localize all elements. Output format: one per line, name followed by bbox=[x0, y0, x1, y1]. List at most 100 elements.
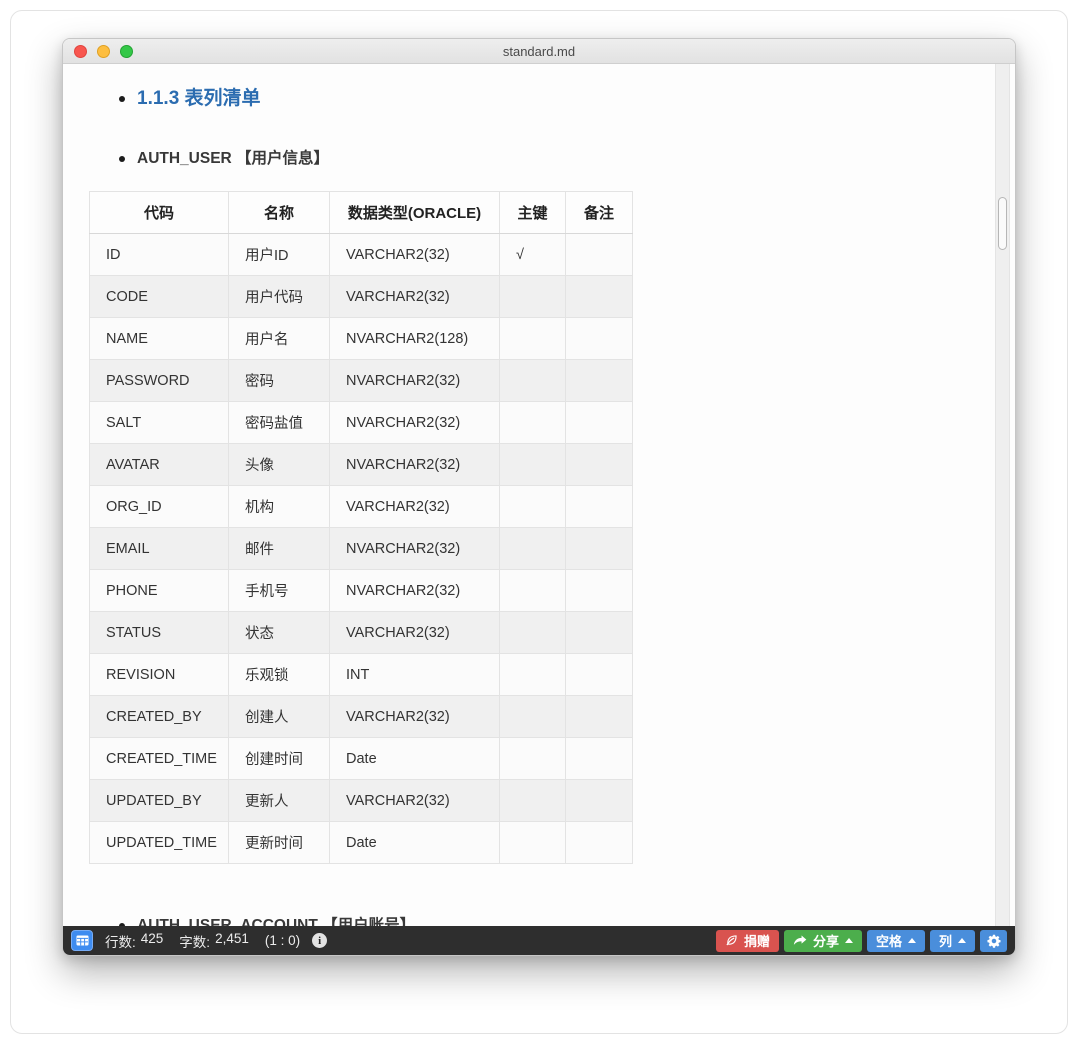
table-cell: AVATAR bbox=[90, 444, 229, 486]
table-cell bbox=[566, 360, 633, 402]
table-row: EMAIL邮件NVARCHAR2(32) bbox=[90, 528, 633, 570]
traffic-lights bbox=[74, 45, 133, 58]
table-header-row: 代码名称数据类型(ORACLE)主键备注 bbox=[90, 192, 633, 234]
table-cell: VARCHAR2(32) bbox=[330, 612, 500, 654]
table-cell: SALT bbox=[90, 402, 229, 444]
chevron-up-icon bbox=[958, 938, 966, 943]
table-cell: VARCHAR2(32) bbox=[330, 780, 500, 822]
table-cell: 手机号 bbox=[229, 570, 330, 612]
table-row: UPDATED_BY更新人VARCHAR2(32) bbox=[90, 780, 633, 822]
list-bullet bbox=[119, 156, 125, 162]
table-cell: REVISION bbox=[90, 654, 229, 696]
table-row: PHONE手机号NVARCHAR2(32) bbox=[90, 570, 633, 612]
table-cell: 头像 bbox=[229, 444, 330, 486]
close-button[interactable] bbox=[74, 45, 87, 58]
table-cell bbox=[566, 444, 633, 486]
column-menu-button[interactable]: 列 bbox=[930, 930, 975, 952]
zoom-button[interactable] bbox=[120, 45, 133, 58]
table-cell bbox=[566, 654, 633, 696]
line-count: 行数: 425 bbox=[105, 931, 163, 951]
table-cell: VARCHAR2(32) bbox=[330, 696, 500, 738]
table-cell bbox=[566, 696, 633, 738]
table-row: AVATAR头像NVARCHAR2(32) bbox=[90, 444, 633, 486]
next-section-title: AUTH_USER_ACCOUNT 【用户账号】 bbox=[137, 916, 415, 926]
table-cell: 用户ID bbox=[229, 234, 330, 276]
table-cell bbox=[566, 402, 633, 444]
table-cell bbox=[566, 486, 633, 528]
table-row: NAME用户名NVARCHAR2(128) bbox=[90, 318, 633, 360]
table-cell bbox=[500, 570, 566, 612]
preview-pane: 1.1.3 表列清单 AUTH_USER 【用户信息】 代码名称数据类型(ORA… bbox=[63, 64, 1015, 926]
table-row: ID用户IDVARCHAR2(32)√ bbox=[90, 234, 633, 276]
share-arrow-icon bbox=[793, 935, 807, 946]
table-cell: 密码 bbox=[229, 360, 330, 402]
chevron-up-icon bbox=[908, 938, 916, 943]
document-stats: 行数: 425 字数: 2,451 (1 : 0) bbox=[105, 931, 300, 951]
table-row: CREATED_TIME创建时间Date bbox=[90, 738, 633, 780]
table-cell bbox=[500, 696, 566, 738]
table-cell: 更新时间 bbox=[229, 822, 330, 864]
minimize-button[interactable] bbox=[97, 45, 110, 58]
share-button[interactable]: 分享 bbox=[784, 930, 862, 952]
toc-heading-item: 1.1.3 表列清单 bbox=[119, 88, 261, 110]
chevron-up-icon bbox=[845, 938, 853, 943]
scrollbar-track[interactable] bbox=[995, 64, 1010, 926]
table-cell: 创建人 bbox=[229, 696, 330, 738]
cursor-ratio: (1 : 0) bbox=[265, 933, 300, 948]
table-cell: NVARCHAR2(32) bbox=[330, 528, 500, 570]
table-cell: CREATED_BY bbox=[90, 696, 229, 738]
table-cell: CREATED_TIME bbox=[90, 738, 229, 780]
table-cell bbox=[566, 570, 633, 612]
table-cell bbox=[566, 780, 633, 822]
gear-icon bbox=[987, 934, 1001, 948]
table-cell: 创建时间 bbox=[229, 738, 330, 780]
table-cell bbox=[566, 318, 633, 360]
table-row: CREATED_BY创建人VARCHAR2(32) bbox=[90, 696, 633, 738]
table-cell bbox=[500, 360, 566, 402]
window-title: standard.md bbox=[503, 44, 575, 59]
table-cell: STATUS bbox=[90, 612, 229, 654]
settings-button[interactable] bbox=[980, 930, 1007, 952]
table-cell: NVARCHAR2(32) bbox=[330, 402, 500, 444]
space-menu-button[interactable]: 空格 bbox=[867, 930, 925, 952]
table-row: UPDATED_TIME更新时间Date bbox=[90, 822, 633, 864]
table-cell: NVARCHAR2(32) bbox=[330, 444, 500, 486]
table-cell: 用户名 bbox=[229, 318, 330, 360]
table-cell: Date bbox=[330, 738, 500, 780]
donate-button[interactable]: 捐赠 bbox=[716, 930, 779, 952]
table-cell bbox=[500, 444, 566, 486]
status-bar: 行数: 425 字数: 2,451 (1 : 0) i 捐赠 bbox=[63, 926, 1015, 955]
column-header: 备注 bbox=[566, 192, 633, 234]
word-count: 字数: 2,451 bbox=[179, 931, 249, 951]
list-bullet bbox=[119, 96, 125, 102]
table-row: SALT密码盐值NVARCHAR2(32) bbox=[90, 402, 633, 444]
scrollbar-thumb[interactable] bbox=[998, 197, 1007, 250]
table-row: STATUS状态VARCHAR2(32) bbox=[90, 612, 633, 654]
table-row: ORG_ID机构VARCHAR2(32) bbox=[90, 486, 633, 528]
table-row: CODE用户代码VARCHAR2(32) bbox=[90, 276, 633, 318]
table-cell bbox=[500, 486, 566, 528]
next-section-title-item: AUTH_USER_ACCOUNT 【用户账号】 bbox=[119, 916, 415, 926]
preview-mode-button[interactable] bbox=[71, 930, 93, 951]
title-bar[interactable]: standard.md bbox=[63, 39, 1015, 64]
info-icon[interactable]: i bbox=[312, 933, 327, 948]
heading-link[interactable]: 1.1.3 表列清单 bbox=[137, 88, 261, 110]
column-header: 名称 bbox=[229, 192, 330, 234]
table-cell: NVARCHAR2(32) bbox=[330, 360, 500, 402]
section-title: AUTH_USER 【用户信息】 bbox=[137, 149, 329, 168]
table-cell: INT bbox=[330, 654, 500, 696]
table-cell: UPDATED_BY bbox=[90, 780, 229, 822]
table-cell: NAME bbox=[90, 318, 229, 360]
table-cell bbox=[500, 612, 566, 654]
table-cell: 乐观锁 bbox=[229, 654, 330, 696]
table-row: PASSWORD密码NVARCHAR2(32) bbox=[90, 360, 633, 402]
primary-key-check: √ bbox=[500, 234, 566, 276]
table-cell bbox=[566, 612, 633, 654]
table-cell: 邮件 bbox=[229, 528, 330, 570]
table-cell bbox=[500, 654, 566, 696]
app-window: standard.md 1.1.3 表列清单 AUTH_USER 【用户信息】 … bbox=[62, 38, 1016, 956]
section-title-item: AUTH_USER 【用户信息】 bbox=[119, 149, 329, 168]
table-cell: 用户代码 bbox=[229, 276, 330, 318]
column-header: 主键 bbox=[500, 192, 566, 234]
table-cell: Date bbox=[330, 822, 500, 864]
